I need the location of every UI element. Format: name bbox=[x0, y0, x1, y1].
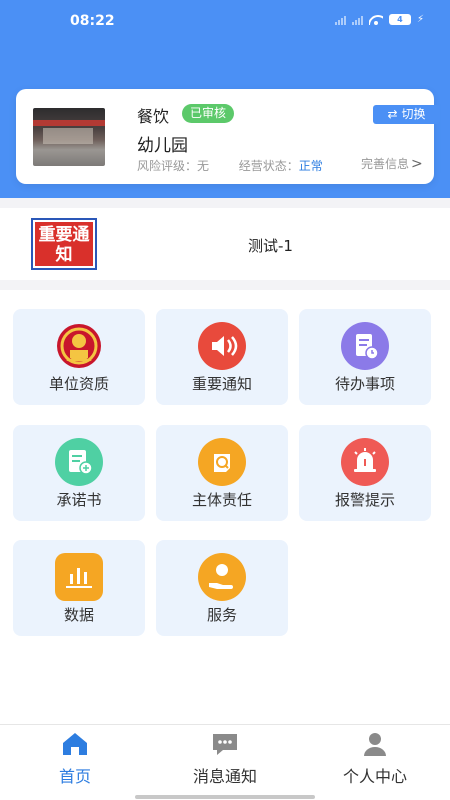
audit-status-badge: 已审核 bbox=[182, 104, 235, 123]
responsibility-icon bbox=[197, 437, 247, 487]
tile-unit-qualification[interactable]: 单位资质 bbox=[13, 309, 145, 405]
bottom-nav: 首页 消息通知 个人中心 bbox=[0, 724, 450, 800]
nav-home[interactable]: 首页 bbox=[0, 725, 150, 800]
tile-label: 重要通知 bbox=[191, 375, 252, 393]
tile-label: 待办事项 bbox=[334, 375, 395, 393]
tile-label: 服务 bbox=[206, 606, 237, 624]
signal-icon-2 bbox=[351, 15, 363, 25]
tile-service[interactable]: 服务 bbox=[156, 540, 288, 636]
notice-title: 测试-1 bbox=[248, 237, 293, 255]
switch-label: 切换 bbox=[401, 107, 426, 121]
store-name: 幼儿园 bbox=[137, 136, 188, 156]
chevron-right-icon: > bbox=[411, 156, 423, 172]
alarm-icon bbox=[340, 437, 390, 487]
nav-messages[interactable]: 消息通知 bbox=[150, 725, 300, 800]
tile-commitment[interactable]: 承诺书 bbox=[13, 425, 145, 521]
store-info-row: 风险评级：无 经营状态：正常 bbox=[137, 157, 323, 174]
tile-todo[interactable]: 待办事项 bbox=[299, 309, 431, 405]
service-hand-icon bbox=[197, 552, 247, 602]
status-time: 08:22 bbox=[70, 13, 115, 29]
nav-label: 个人中心 bbox=[342, 767, 407, 786]
tile-alarm[interactable]: 报警提示 bbox=[299, 425, 431, 521]
tile-label: 报警提示 bbox=[334, 491, 395, 509]
commitment-doc-icon bbox=[54, 437, 104, 487]
store-photo bbox=[33, 108, 105, 166]
swap-icon: ⇄ bbox=[387, 107, 398, 121]
divider bbox=[0, 280, 450, 290]
status-bar: 08:22 4 ⚡ bbox=[0, 0, 450, 44]
tile-label: 承诺书 bbox=[56, 491, 102, 509]
store-card[interactable]: 餐饮 已审核 ⇄ 切换 幼儿园 风险评级：无 经营状态：正常 完善信息 > bbox=[16, 89, 440, 184]
perfect-info-label: 完善信息 bbox=[361, 157, 410, 171]
tile-important-notice[interactable]: 重要通知 bbox=[156, 309, 288, 405]
signal-icon bbox=[334, 15, 346, 25]
notice-logo: 重要通知 bbox=[31, 218, 97, 270]
tile-data[interactable]: 数据 bbox=[13, 540, 145, 636]
tile-label: 单位资质 bbox=[48, 375, 109, 393]
nav-label: 首页 bbox=[58, 767, 91, 786]
notice-logo-text: 重要通知 bbox=[35, 222, 93, 266]
tile-label: 数据 bbox=[63, 606, 94, 624]
divider bbox=[0, 198, 450, 208]
home-indicator bbox=[135, 795, 315, 799]
message-icon bbox=[211, 731, 239, 757]
store-category: 餐饮 bbox=[137, 107, 170, 126]
operation-value: 正常 bbox=[298, 159, 323, 173]
todo-list-icon bbox=[340, 321, 390, 371]
nav-profile[interactable]: 个人中心 bbox=[300, 725, 450, 800]
risk-label: 风险评级： bbox=[137, 159, 198, 173]
switch-button[interactable]: ⇄ 切换 bbox=[373, 105, 440, 124]
perfect-info-link[interactable]: 完善信息 > bbox=[361, 155, 423, 172]
tile-label: 主体责任 bbox=[191, 491, 252, 509]
risk-value: 无 bbox=[197, 159, 210, 173]
wifi-icon bbox=[369, 15, 383, 25]
national-emblem-icon bbox=[54, 321, 104, 371]
speaker-icon bbox=[197, 321, 247, 371]
data-chart-icon bbox=[54, 552, 104, 602]
nav-label: 消息通知 bbox=[192, 767, 257, 786]
operation-label: 经营状态： bbox=[238, 159, 299, 173]
user-icon bbox=[361, 731, 389, 757]
battery-icon: 4 bbox=[388, 14, 411, 25]
charging-icon: ⚡ bbox=[416, 14, 424, 25]
status-icons: 4 ⚡ bbox=[334, 14, 424, 25]
notice-banner[interactable]: 重要通知 测试-1 bbox=[0, 208, 450, 280]
home-icon bbox=[61, 731, 89, 757]
tile-main-responsibility[interactable]: 主体责任 bbox=[156, 425, 288, 521]
